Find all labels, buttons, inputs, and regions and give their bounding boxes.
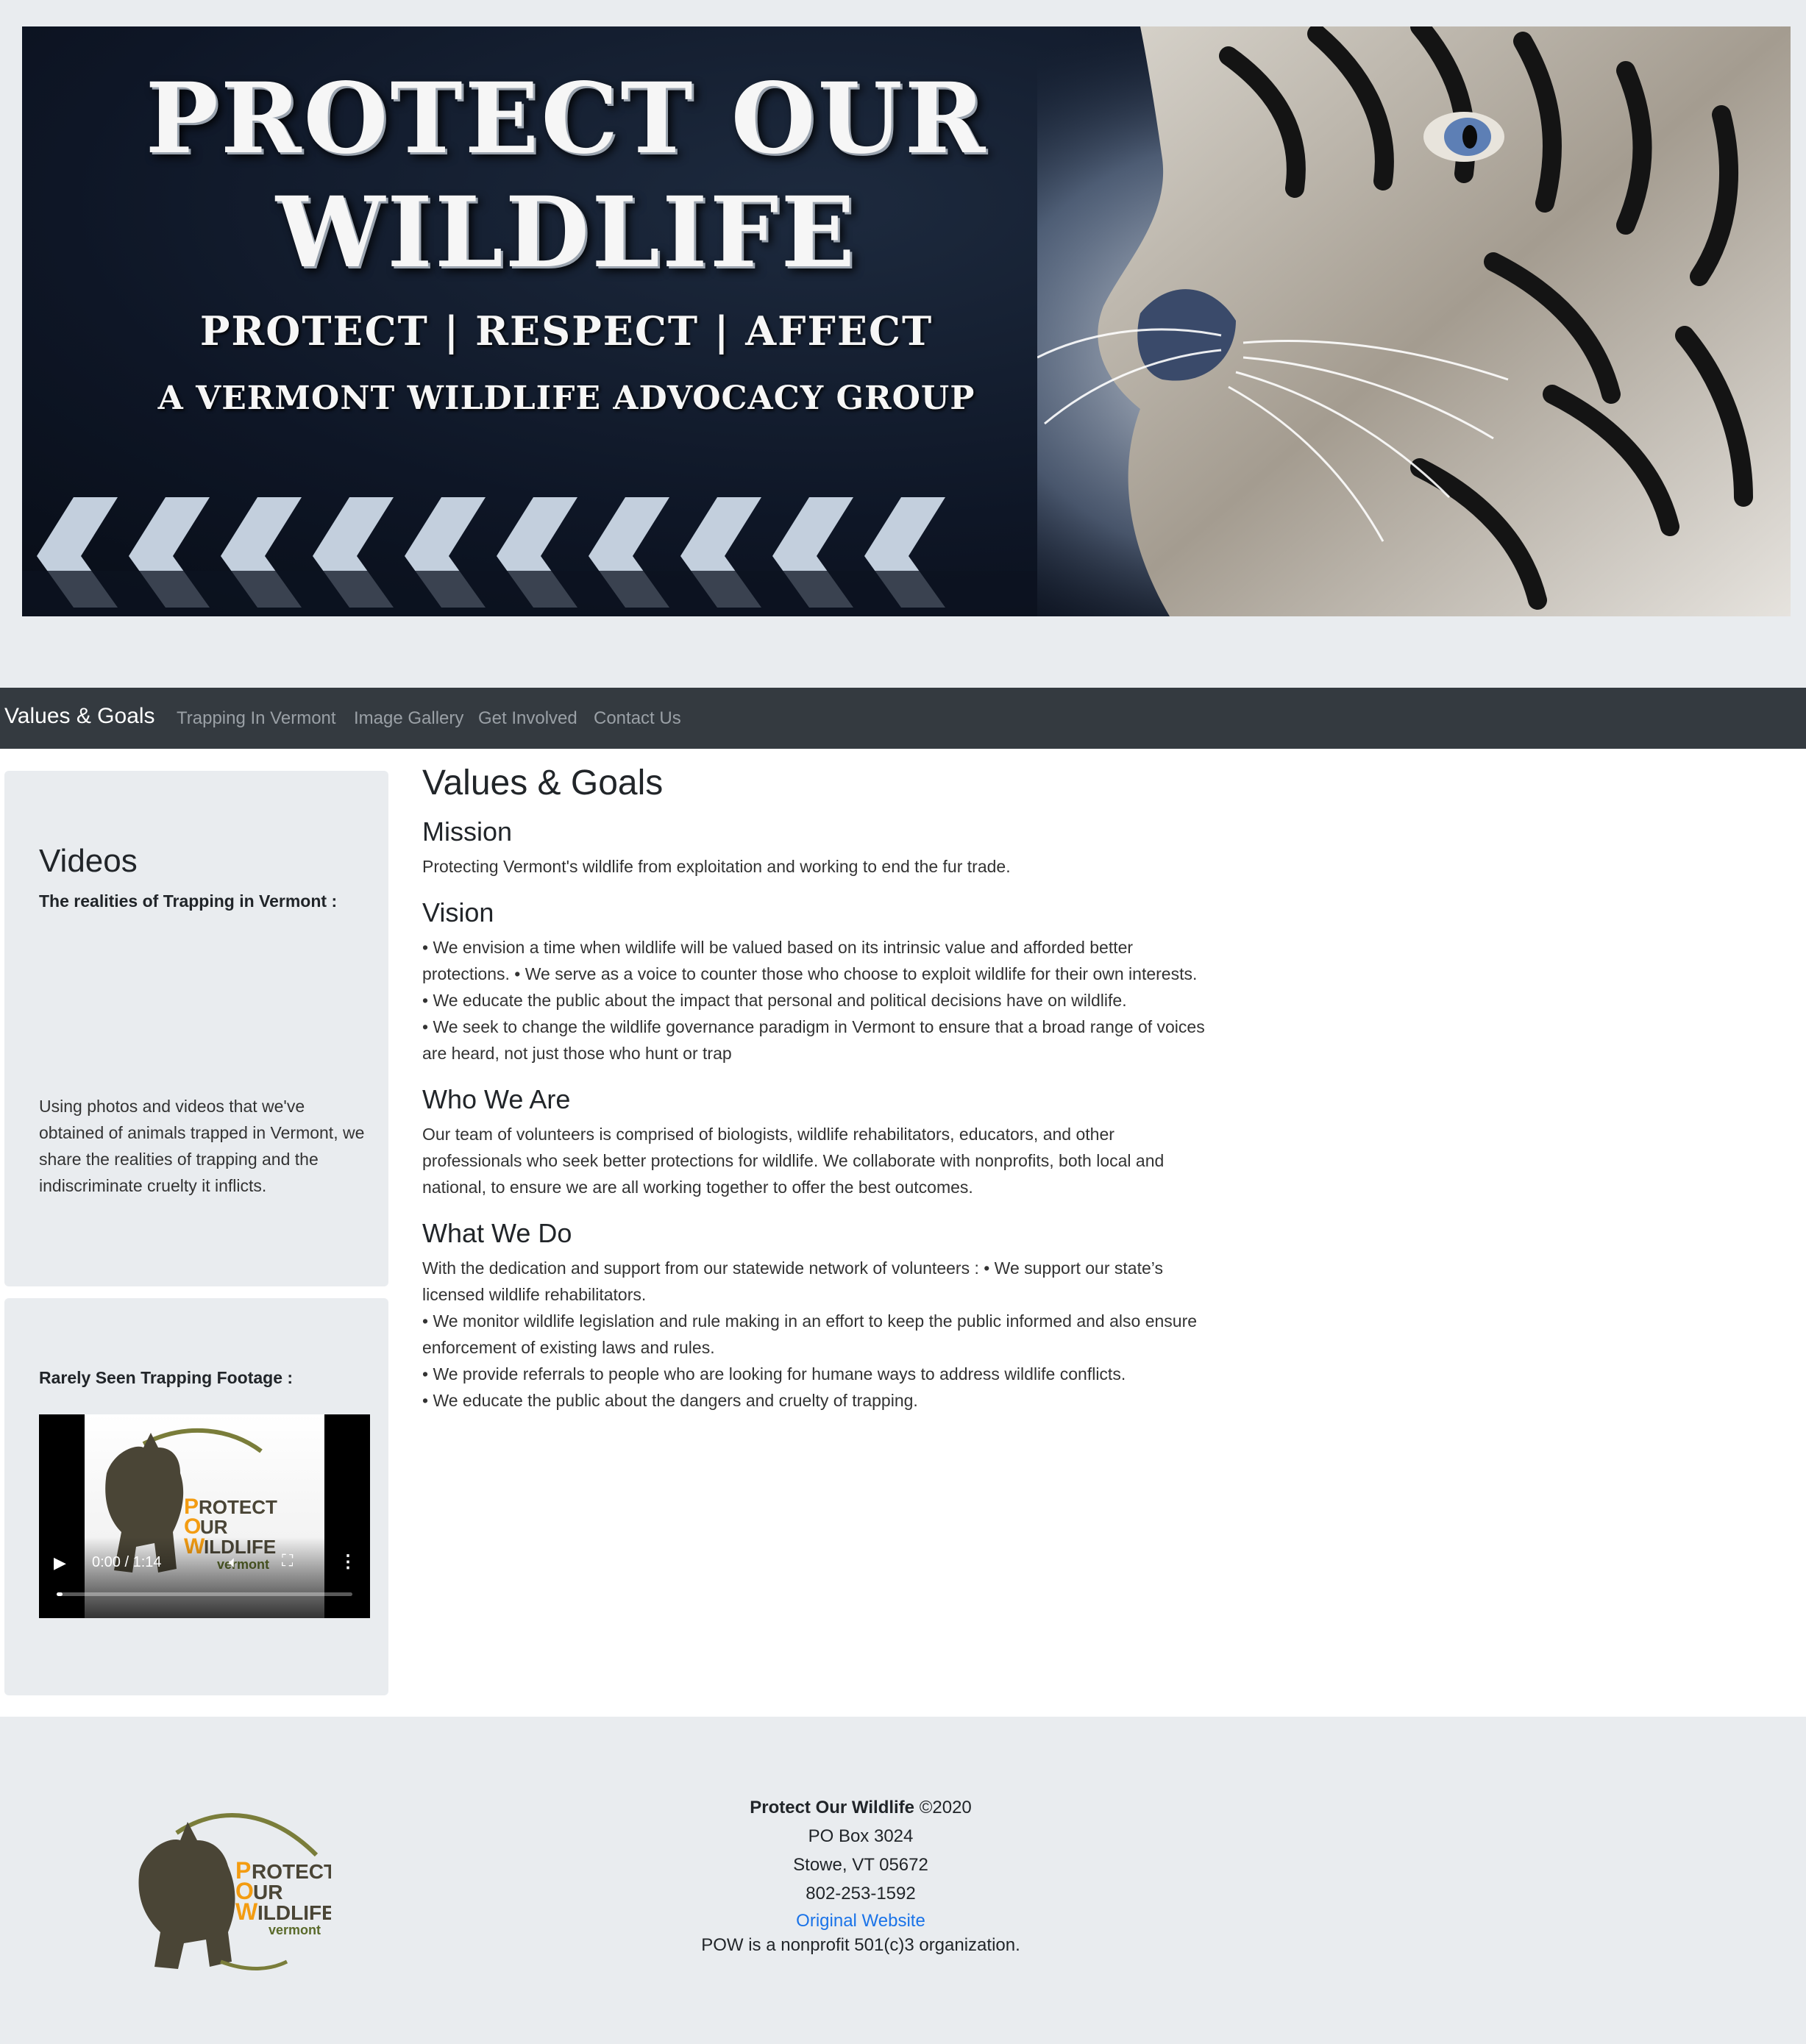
chevron-pattern: [22, 497, 1037, 616]
section-heading: Vision: [422, 897, 494, 927]
section-mission: Mission Protecting Vermont's wildlife fro…: [422, 813, 1209, 880]
section-paragraph: With the dedication and support from our…: [422, 1258, 1163, 1304]
section-heading: Who We Are: [422, 1084, 571, 1114]
section-heading: What We Do: [422, 1218, 572, 1248]
original-website-link[interactable]: Original Website: [796, 1911, 925, 1931]
video-player[interactable]: P ROTECT O UR W ILDLIFE vermont ▶ 0:00 /…: [39, 1414, 370, 1618]
footer-nonprofit: POW is a nonprofit 501(c)3 organization.: [701, 1935, 1020, 1955]
svg-text:W: W: [235, 1898, 258, 1925]
video-progress-bar[interactable]: [57, 1592, 352, 1596]
section-paragraph: • We educate the public about the impact…: [422, 991, 1127, 1010]
sections-container: Mission Protecting Vermont's wildlife fro…: [422, 813, 1209, 1414]
navbar: Values & Goals Trapping In Vermont Image…: [0, 688, 1806, 749]
banner-tagline: PROTECT | RESPECT | AFFECT: [199, 307, 934, 355]
videos-card: Videos The realities of Trapping in Verm…: [4, 771, 388, 1286]
section-paragraph: • We monitor wildlife legislation and ru…: [422, 1311, 1198, 1357]
svg-text:ROTECT: ROTECT: [199, 1496, 277, 1518]
svg-text:ILDLIFE: ILDLIFE: [257, 1901, 331, 1924]
section-paragraph: • We educate the public about the danger…: [422, 1391, 918, 1410]
play-icon[interactable]: ▶: [54, 1553, 66, 1573]
volume-icon[interactable]: 🔈︎: [229, 1553, 238, 1572]
footer-copyright: ©2020: [919, 1798, 972, 1817]
videos-heading: Videos: [39, 843, 138, 879]
footer-org-line: Protect Our Wildlife ©2020: [640, 1793, 1081, 1822]
footer-info: Protect Our Wildlife ©2020 PO Box 3024 S…: [640, 1793, 1081, 1956]
section-paragraph: • We seek to change the wildlife governa…: [422, 1017, 1205, 1063]
videos-description: Using photos and videos that we've obtai…: [39, 1097, 365, 1195]
more-options-icon[interactable]: ⋮: [339, 1551, 357, 1573]
banner-title: PROTECT OUR WILDLIFE: [145, 62, 988, 290]
video-progress-fill: [57, 1592, 63, 1596]
banner-image: PROTECT OUR WILDLIFE PROTECT | RESPECT |…: [22, 26, 1791, 616]
section-heading: Mission: [422, 816, 513, 847]
video-controls-shade: [39, 1537, 370, 1618]
footer: P ROTECT O UR W ILDLIFE vermont Protect …: [0, 1717, 1806, 2044]
nav-link-contact[interactable]: Contact Us: [594, 708, 681, 729]
tiger-face-image: [1037, 26, 1791, 616]
section-paragraph: • We envision a time when wildlife will …: [422, 938, 1198, 983]
header-area: PROTECT OUR WILDLIFE PROTECT | RESPECT |…: [0, 0, 1806, 688]
section-paragraph: • We provide referrals to people who are…: [422, 1364, 1126, 1384]
page-title: Values & Goals: [422, 763, 664, 802]
section-vision: Vision • We envision a time when wildlife…: [422, 894, 1209, 1066]
nav-link-get-involved[interactable]: Get Involved: [478, 708, 577, 729]
footage-card: Rarely Seen Trapping Footage : P ROTECT …: [4, 1298, 388, 1695]
footer-phone: 802-253-1592: [806, 1884, 916, 1904]
nav-link-trapping[interactable]: Trapping In Vermont: [177, 708, 336, 729]
nav-link-gallery[interactable]: Image Gallery: [354, 708, 463, 729]
section-paragraph: Protecting Vermont's wildlife from explo…: [422, 857, 1011, 876]
video-time: 0:00 / 1:14: [92, 1554, 162, 1570]
footer-logo-vermont: vermont: [269, 1923, 321, 1937]
svg-text:ROTECT: ROTECT: [252, 1860, 331, 1883]
videos-lead: The realities of Trapping in Vermont :: [39, 891, 338, 911]
banner-subtitle: A VERMONT WILDLIFE ADVOCACY GROUP: [157, 380, 975, 417]
section-who-we-are: Who We Are Our team of volunteers is comp…: [422, 1081, 1209, 1200]
section-what-we-do: What We Do With the dedication and suppor…: [422, 1215, 1209, 1414]
footer-org-name: Protect Our Wildlife: [750, 1798, 915, 1817]
main-content: Values & Goals Mission Protecting Vermont…: [422, 758, 1209, 1414]
section-paragraph: Our team of volunteers is comprised of b…: [422, 1125, 1165, 1197]
footage-lead: Rarely Seen Trapping Footage :: [39, 1368, 294, 1387]
footer-address2: Stowe, VT 05672: [793, 1855, 928, 1875]
navbar-brand[interactable]: Values & Goals: [4, 704, 155, 729]
footer-address1: PO Box 3024: [808, 1826, 914, 1846]
fullscreen-icon[interactable]: ⛶: [282, 1551, 293, 1570]
footer-logo-icon: P ROTECT O UR W ILDLIFE vermont: [138, 1813, 331, 1970]
banner-title-block: PROTECT OUR WILDLIFE PROTECT | RESPECT |…: [44, 62, 1089, 417]
